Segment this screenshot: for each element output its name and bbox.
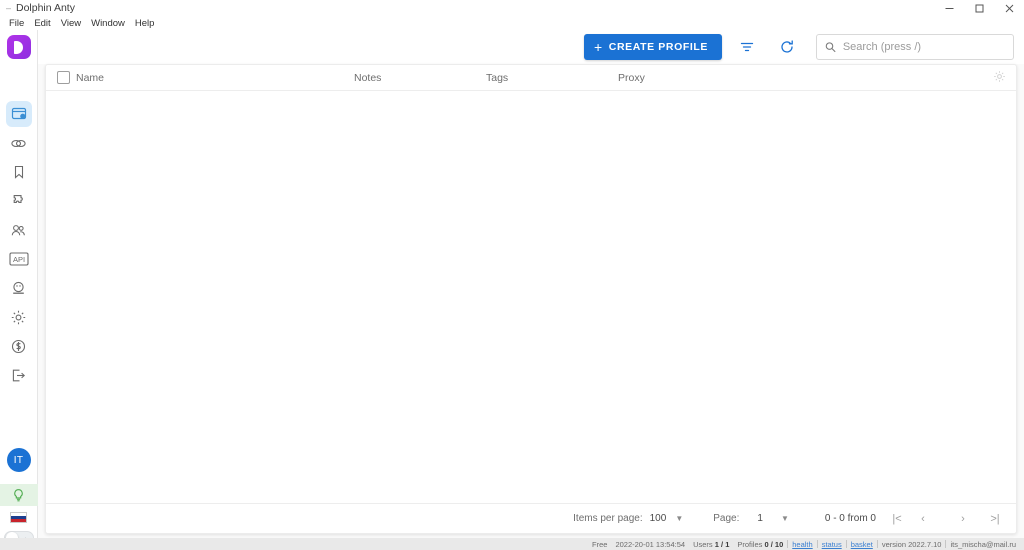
sidebar-item-bookmarks[interactable]: [6, 159, 32, 185]
status-link-health[interactable]: health: [788, 540, 816, 549]
column-header-proxy[interactable]: Proxy: [618, 72, 645, 84]
search-box[interactable]: [816, 34, 1014, 60]
maximize-icon: [974, 3, 985, 14]
sidebar: API: [0, 30, 38, 550]
prev-page-button[interactable]: ‹: [912, 508, 934, 530]
close-icon: [1004, 3, 1015, 14]
first-page-button[interactable]: |<: [886, 508, 908, 530]
sidebar-item-proxies[interactable]: [6, 130, 32, 156]
status-link-status[interactable]: status: [818, 540, 846, 549]
refresh-icon: [779, 39, 795, 55]
menu-edit[interactable]: Edit: [29, 18, 55, 29]
api-label: API: [12, 255, 24, 264]
menu-help[interactable]: Help: [130, 18, 160, 29]
bookmark-icon: [11, 164, 27, 180]
filter-button[interactable]: [732, 33, 762, 61]
page-chevron-down-icon[interactable]: ▼: [781, 514, 789, 523]
items-per-page-value[interactable]: 100: [650, 513, 667, 524]
status-profiles-value: 0 / 10: [764, 540, 783, 549]
status-datetime: 2022-20-01 13:54:54: [611, 540, 689, 549]
items-per-page-chevron-down-icon[interactable]: ▼: [675, 514, 683, 523]
page-label: Page:: [713, 513, 739, 524]
menu-window[interactable]: Window: [86, 18, 130, 29]
sidebar-item-team[interactable]: [6, 217, 32, 243]
menu-file[interactable]: File: [4, 18, 29, 29]
logo-glyph: [14, 41, 23, 54]
page-value[interactable]: 1: [757, 513, 763, 524]
sidebar-item-extensions[interactable]: [6, 188, 32, 214]
status-users: Users 1 / 1: [689, 540, 733, 549]
status-version: version 2022.7.10: [878, 540, 946, 549]
select-all-checkbox[interactable]: [57, 71, 70, 84]
refresh-button[interactable]: [772, 33, 802, 61]
create-profile-label: CREATE PROFILE: [609, 41, 708, 53]
gear-icon: [10, 309, 27, 326]
app-window: – Dolphin Anty File Edit: [0, 0, 1024, 550]
close-button[interactable]: [994, 0, 1024, 16]
sidebar-item-payments[interactable]: [6, 333, 32, 359]
puzzle-piece-icon: [11, 193, 27, 209]
plus-icon: +: [594, 40, 603, 54]
window-icon: –: [0, 4, 10, 12]
sidebar-item-settings[interactable]: [6, 304, 32, 330]
items-per-page-label: Items per page:: [573, 513, 642, 524]
menu-view[interactable]: View: [56, 18, 86, 29]
pagination-bar: Items per page: 100 ▼ Page: 1 ▼ 0 - 0 fr…: [46, 503, 1016, 533]
create-profile-button[interactable]: + CREATE PROFILE: [584, 34, 722, 60]
sidebar-item-tips[interactable]: [0, 484, 38, 506]
sidebar-item-api[interactable]: API: [6, 246, 32, 272]
language-flag-icon[interactable]: [10, 512, 27, 523]
api-icon: API: [9, 252, 29, 266]
avatar[interactable]: IT: [7, 448, 31, 472]
range-label: 0 - 0 from 0: [825, 513, 876, 524]
status-users-label: Users: [693, 540, 713, 549]
browser-window-icon: [11, 106, 27, 122]
dollar-circle-icon: [10, 338, 27, 355]
sidebar-item-statistics[interactable]: [6, 275, 32, 301]
lightbulb-icon: [11, 488, 26, 503]
filter-funnel-icon: [739, 39, 755, 55]
maximize-button[interactable]: [964, 0, 994, 16]
search-icon: [825, 41, 836, 53]
logout-icon: [10, 367, 27, 384]
column-header-tags[interactable]: Tags: [486, 72, 508, 84]
column-header-notes[interactable]: Notes: [354, 72, 381, 84]
link-chain-icon: [10, 135, 27, 152]
status-users-value: 1 / 1: [715, 540, 730, 549]
status-link-basket[interactable]: basket: [847, 540, 877, 549]
last-page-button[interactable]: >|: [984, 508, 1006, 530]
table-header: Name Notes Tags Proxy: [46, 65, 1016, 91]
title-bar: – Dolphin Anty: [0, 0, 1024, 16]
column-header-name[interactable]: Name: [76, 72, 104, 84]
users-group-icon: [10, 222, 27, 239]
top-toolbar: + CREATE PROFILE: [38, 30, 1024, 64]
profiles-card: Name Notes Tags Proxy Items per page: 10…: [45, 64, 1017, 534]
status-bar: Free 2022-20-01 13:54:54 Users 1 / 1 Pro…: [0, 538, 1024, 550]
crystal-ball-icon: [10, 280, 27, 297]
page-selector: Page: 1 ▼: [713, 513, 789, 524]
table-settings-button[interactable]: [993, 70, 1006, 88]
gear-icon: [993, 70, 1006, 83]
next-page-button[interactable]: ›: [952, 508, 974, 530]
window-title: Dolphin Anty: [16, 2, 75, 14]
status-account: its_mischa@mail.ru: [946, 540, 1020, 549]
sidebar-item-logout[interactable]: [6, 362, 32, 388]
window-controls: [934, 0, 1024, 16]
flag-stripe-red: [11, 519, 26, 522]
menu-bar: File Edit View Window Help: [0, 16, 1024, 30]
status-profiles-label: Profiles: [737, 540, 762, 549]
status-plan: Free: [588, 540, 611, 549]
table-body-empty: [46, 91, 1016, 503]
minimize-button[interactable]: [934, 0, 964, 16]
minimize-icon: [944, 3, 955, 14]
search-input[interactable]: [843, 41, 1005, 53]
dolphin-logo-icon[interactable]: [7, 35, 31, 59]
sidebar-item-browser-profiles[interactable]: [6, 101, 32, 127]
status-profiles: Profiles 0 / 10: [733, 540, 787, 549]
